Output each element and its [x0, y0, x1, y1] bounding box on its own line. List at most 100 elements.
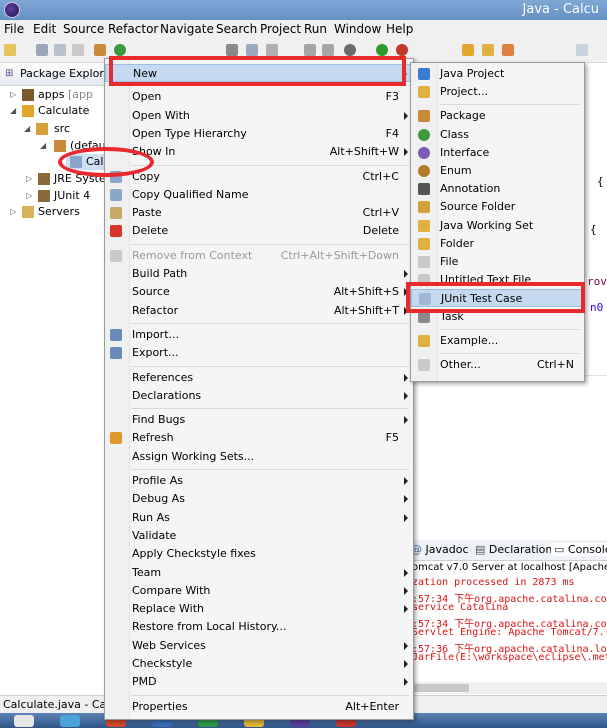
menu-window[interactable]: Window [334, 22, 381, 36]
menu-separator [131, 694, 409, 696]
horizontal-scrollbar[interactable] [405, 682, 607, 694]
perspective-icon[interactable] [576, 44, 588, 56]
tab-javadoc[interactable]: @ Javadoc [411, 543, 469, 556]
ctx-item-export[interactable]: Export... [105, 344, 413, 362]
save-all-icon[interactable] [54, 44, 66, 56]
tree-row-servers[interactable]: ▷ Servers [0, 204, 104, 220]
scrollbar-thumb[interactable] [409, 684, 469, 692]
expand-icon[interactable]: ▷ [26, 174, 32, 183]
new-item-other[interactable]: Other... Ctrl+N [411, 356, 584, 374]
expand-icon[interactable]: ▷ [10, 207, 16, 216]
tab-console[interactable]: ▭ Console [551, 543, 607, 556]
package-toolbar-icon[interactable] [94, 44, 106, 56]
ctx-item-apply-checkstyle-fixes[interactable]: Apply Checkstyle fixes [105, 545, 413, 563]
print-icon[interactable] [72, 44, 84, 56]
menu-file[interactable]: File [4, 22, 24, 36]
menu-edit[interactable]: Edit [33, 22, 56, 36]
new-item-java-project[interactable]: Java Project [411, 65, 584, 83]
ctx-item-build-path[interactable]: Build Path [105, 265, 413, 283]
submenu-arrow-icon [404, 373, 408, 382]
ctx-item-compare-with[interactable]: Compare With [105, 582, 413, 600]
collapse-icon[interactable]: ◢ [24, 124, 30, 133]
new-item-source-folder[interactable]: Source Folder [411, 198, 584, 216]
open-type-icon[interactable] [462, 44, 474, 56]
start-icon[interactable] [14, 715, 34, 727]
ctx-item-open-type-hierarchy[interactable]: Open Type Hierarchy F4 [105, 125, 413, 143]
menu-source[interactable]: Source [63, 22, 104, 36]
ctx-item-copy-qualified-name[interactable]: Copy Qualified Name [105, 186, 413, 204]
ctx-item-delete[interactable]: Delete Delete [105, 222, 413, 240]
tree-row-junit4[interactable]: ▷ JUnit 4 [0, 188, 104, 204]
ctx-item-assign-working-sets[interactable]: Assign Working Sets... [105, 448, 413, 466]
ctx-item-validate[interactable]: Validate [105, 527, 413, 545]
ctx-item-paste[interactable]: Paste Ctrl+V [105, 204, 413, 222]
ctx-item-replace-with[interactable]: Replace With [105, 600, 413, 618]
ctx-item-restore-from-local-history[interactable]: Restore from Local History... [105, 618, 413, 636]
new-item-example[interactable]: Example... [411, 332, 584, 350]
build-icon[interactable] [114, 44, 126, 56]
expand-icon[interactable]: ▷ [26, 191, 32, 200]
collapse-icon[interactable]: ◢ [10, 106, 16, 115]
run-icon[interactable] [376, 44, 388, 56]
ctx-item-properties[interactable]: Properties Alt+Enter [105, 698, 413, 716]
package-explorer-tab[interactable]: ⊞ Package Explore [0, 63, 110, 86]
toolbar-tool-icon-2[interactable] [304, 44, 316, 56]
new-wizard-icon[interactable] [4, 44, 16, 56]
ctx-item-copy[interactable]: Copy Ctrl+C [105, 168, 413, 186]
ctx-item-debug-as[interactable]: Debug As [105, 490, 413, 508]
tree-row-src[interactable]: ◢ src [0, 121, 104, 137]
tree-row-apps[interactable]: ▷ apps [app [0, 87, 104, 103]
ctx-item-profile-as[interactable]: Profile As [105, 472, 413, 490]
new-item-folder[interactable]: Folder [411, 235, 584, 253]
ctx-item-web-services[interactable]: Web Services [105, 637, 413, 655]
new-item-class[interactable]: Class [411, 126, 584, 144]
menu-navigate[interactable]: Navigate [160, 22, 214, 36]
ctx-item-open-with[interactable]: Open With [105, 107, 413, 125]
ctx-item-run-as[interactable]: Run As [105, 509, 413, 527]
other-icon [418, 359, 430, 371]
ctx-item-references[interactable]: References [105, 369, 413, 387]
submenu-arrow-icon [404, 416, 408, 425]
new-item-annotation[interactable]: Annotation [411, 180, 584, 198]
new-item-project[interactable]: Project... [411, 83, 584, 101]
ctx-item-refactor[interactable]: Refactor Alt+Shift+T [105, 302, 413, 320]
open-folder-icon[interactable] [482, 44, 494, 56]
new-item-file[interactable]: File [411, 253, 584, 271]
new-item-interface[interactable]: Interface [411, 144, 584, 162]
ctx-item-import[interactable]: Import... [105, 326, 413, 344]
new-item-enum[interactable]: Enum [411, 162, 584, 180]
menu-run[interactable]: Run [304, 22, 327, 36]
tab-declaration[interactable]: ▤ Declaration [475, 543, 552, 556]
tree-row-calculate[interactable]: ◢ Calculate [0, 103, 104, 119]
ctx-item-refresh[interactable]: Refresh F5 [105, 429, 413, 447]
menu-separator [131, 365, 409, 367]
menu-item-label: Team [132, 565, 162, 579]
menu-item-label: Declarations [132, 388, 202, 402]
ctx-item-declarations[interactable]: Declarations [105, 387, 413, 405]
ctx-item-find-bugs[interactable]: Find Bugs [105, 411, 413, 429]
menu-project[interactable]: Project [260, 22, 301, 36]
ctx-item-checkstyle[interactable]: Checkstyle [105, 655, 413, 673]
tree-label: src [54, 122, 71, 135]
save-icon[interactable] [36, 44, 48, 56]
search-toolbar-icon[interactable] [502, 44, 514, 56]
new-item-java-working-set[interactable]: Java Working Set [411, 217, 584, 235]
menu-refactor[interactable]: Refactor [108, 22, 158, 36]
expand-icon[interactable]: ▷ [10, 90, 16, 99]
external-tools-icon[interactable] [396, 44, 408, 56]
menu-help[interactable]: Help [386, 22, 413, 36]
taskbar-app-icon[interactable] [60, 715, 80, 727]
ctx-item-team[interactable]: Team [105, 564, 413, 582]
new-item-package[interactable]: Package [411, 107, 584, 125]
skip-breakpoints-icon[interactable] [226, 44, 238, 56]
debug-bug-icon[interactable] [344, 44, 356, 56]
ctx-item-open[interactable]: Open F3 [105, 88, 413, 106]
toolbar-tool-icon[interactable] [266, 44, 278, 56]
menu-search[interactable]: Search [216, 22, 257, 36]
toolbar-tool-icon-3[interactable] [322, 44, 334, 56]
terminal-icon[interactable] [246, 44, 258, 56]
ctx-item-pmd[interactable]: PMD [105, 673, 413, 691]
collapse-icon[interactable]: ◢ [40, 141, 46, 150]
ctx-item-source[interactable]: Source Alt+Shift+S [105, 283, 413, 301]
menu-item-shortcut: Alt+Enter [345, 699, 399, 713]
